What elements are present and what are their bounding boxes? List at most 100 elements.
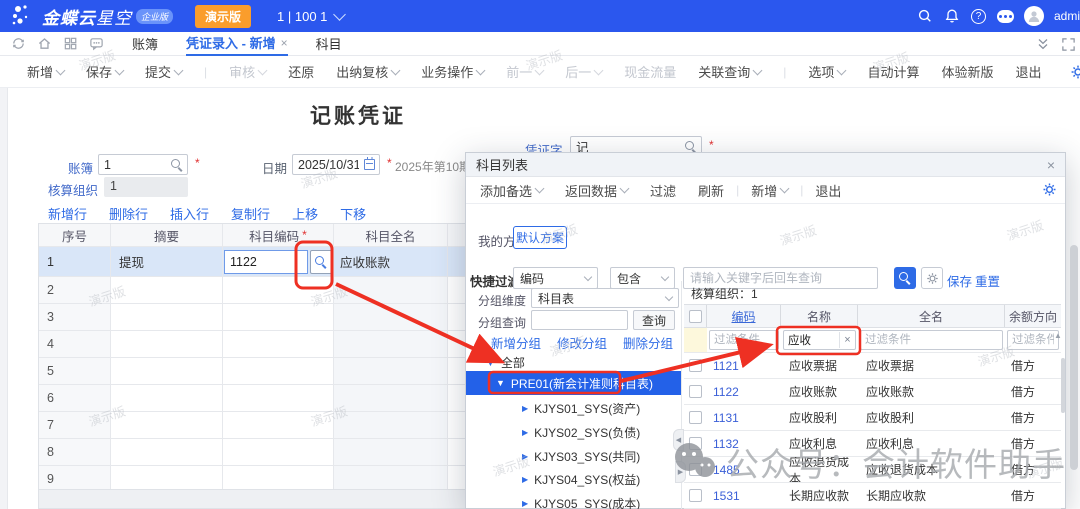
delete-group-link[interactable]: 删除分组 — [623, 333, 673, 352]
filter-field-select[interactable]: 编码 — [513, 267, 598, 289]
tab-close-icon[interactable]: × — [281, 36, 288, 50]
account-row-1132[interactable]: 1132 应收利息 应收利息 借方 — [684, 431, 1061, 457]
avatar[interactable] — [1024, 6, 1044, 26]
close-icon[interactable]: × — [1047, 157, 1055, 173]
row-account-code-cell[interactable] — [223, 247, 334, 276]
table-scroll-up-icon[interactable]: ▲ — [1054, 331, 1062, 340]
col-code[interactable]: 编码 — [707, 305, 781, 327]
page-scrollbar[interactable] — [1070, 245, 1078, 470]
row-checkbox[interactable] — [689, 463, 702, 476]
search-icon[interactable] — [685, 141, 697, 153]
add-group-link[interactable]: 新增分组 — [491, 333, 541, 352]
account-row-1121[interactable]: 1121 应收票据 应收票据 借方 — [684, 353, 1061, 379]
toolbar-submit-button[interactable]: 提交 — [145, 62, 182, 81]
dialog-titlebar[interactable]: 科目列表 × — [466, 153, 1065, 177]
toolbar-restore-button[interactable]: 还原 — [288, 62, 314, 81]
account-row-1131[interactable]: 1131 应收股利 应收股利 借方 — [684, 405, 1061, 431]
move-down-link[interactable]: 下移 — [340, 204, 366, 223]
tree-collapsed-icon[interactable]: ▶ — [522, 499, 528, 508]
copy-row-link[interactable]: 复制行 — [231, 204, 270, 223]
tree-expanded-icon[interactable]: ▼ — [496, 378, 505, 388]
collapse-double-chevron-icon[interactable] — [1035, 36, 1051, 52]
book-field[interactable] — [98, 154, 188, 175]
add-row-link[interactable]: 新增行 — [48, 204, 87, 223]
tree-collapsed-icon[interactable]: ▶ — [522, 404, 528, 413]
filter-settings-button[interactable] — [921, 267, 943, 289]
tree-collapsed-icon[interactable]: ▶ — [522, 428, 528, 437]
add-candidate-button[interactable]: 添加备选 — [480, 181, 543, 200]
expand-icon[interactable] — [1061, 37, 1076, 52]
edit-group-link[interactable]: 修改分组 — [557, 333, 607, 352]
refresh-button[interactable]: 刷新 — [698, 181, 724, 200]
return-data-button[interactable]: 返回数据 — [565, 181, 628, 200]
book-input[interactable] — [99, 158, 171, 172]
message-icon[interactable] — [89, 36, 104, 51]
gear-icon[interactable] — [1070, 64, 1080, 80]
toolbar-audit-button[interactable]: 审核 — [229, 62, 266, 81]
delete-row-link[interactable]: 删除行 — [109, 204, 148, 223]
apps-grid-icon[interactable] — [63, 36, 78, 51]
toolbar-new-button[interactable]: 新增 — [27, 62, 64, 81]
toolbar-exit-button[interactable]: 退出 — [1015, 62, 1041, 81]
row-checkbox[interactable] — [689, 411, 702, 424]
gear-icon[interactable] — [1042, 182, 1057, 197]
toolbar-next-button[interactable]: 后一 — [565, 62, 602, 81]
save-filter-link[interactable]: 保存 — [947, 271, 972, 290]
filter-operator-select[interactable]: 包含 — [610, 267, 675, 289]
help-icon[interactable]: ? — [970, 8, 987, 25]
search-icon[interactable] — [916, 8, 933, 25]
new-button[interactable]: 新增 — [751, 181, 788, 200]
reset-filter-link[interactable]: 重置 — [975, 271, 1000, 290]
row-checkbox[interactable] — [689, 385, 702, 398]
calendar-icon[interactable] — [364, 159, 375, 170]
account-row-1485[interactable]: 1485 应收退货成本 应收退货成本 借方 — [684, 457, 1061, 483]
tree-collapsed-icon[interactable]: ▶ — [522, 452, 528, 461]
direction-filter-input[interactable] — [1007, 330, 1059, 350]
search-icon[interactable] — [171, 159, 183, 171]
toolbar-previous-button[interactable]: 前一 — [506, 62, 543, 81]
tree-node-all[interactable]: ▼全部 — [486, 354, 525, 371]
row-checkbox[interactable] — [689, 437, 702, 450]
account-row-1531[interactable]: 1531 长期应收款 长期应收款 借方 — [684, 483, 1061, 509]
date-field[interactable] — [292, 154, 380, 175]
toolbar-business-ops-button[interactable]: 业务操作 — [421, 62, 484, 81]
date-input[interactable] — [293, 158, 364, 172]
filter-button[interactable]: 过滤 — [650, 181, 676, 200]
name-filter-input[interactable] — [784, 334, 839, 346]
account-row-1122[interactable]: 1122 应收账款 应收账款 借方 — [684, 379, 1061, 405]
tree-node-cost[interactable]: ▶KJYS05_SYS(成本) — [522, 495, 640, 509]
tab-ledger[interactable]: 账簿 — [132, 32, 158, 56]
tree-expanded-icon[interactable]: ▼ — [486, 358, 495, 368]
toolbar-options-button[interactable]: 选项 — [808, 62, 845, 81]
name-filter-field[interactable]: × — [783, 330, 856, 350]
select-all-checkbox[interactable] — [689, 310, 702, 323]
code-filter-input[interactable] — [709, 330, 779, 350]
collapse-left-handle[interactable]: ◀ — [673, 429, 684, 451]
tree-node-liabilities[interactable]: ▶KJYS02_SYS(负债) — [522, 424, 640, 441]
row-checkbox[interactable] — [689, 489, 702, 502]
tab-account[interactable]: 科目 — [316, 32, 342, 56]
toolbar-related-query-button[interactable]: 关联查询 — [698, 62, 761, 81]
toolbar-save-button[interactable]: 保存 — [86, 62, 123, 81]
notification-bell-icon[interactable] — [943, 8, 960, 25]
refresh-icon[interactable] — [11, 36, 26, 51]
tree-collapsed-icon[interactable]: ▶ — [522, 475, 528, 484]
move-up-link[interactable]: 上移 — [292, 204, 318, 223]
more-menu-icon[interactable] — [997, 8, 1014, 25]
account-code-input[interactable] — [224, 250, 308, 274]
tree-node-equity[interactable]: ▶KJYS04_SYS(权益) — [522, 471, 640, 488]
row-checkbox[interactable] — [689, 359, 702, 372]
header-checkbox-cell[interactable] — [684, 305, 707, 327]
default-scheme-button[interactable]: 默认方案 — [513, 226, 567, 249]
group-query-button[interactable]: 查询 — [633, 310, 675, 330]
insert-row-link[interactable]: 插入行 — [170, 204, 209, 223]
tree-node-assets[interactable]: ▶KJYS01_SYS(资产) — [522, 400, 640, 417]
toolbar-cashflow-button[interactable]: 现金流量 — [624, 62, 676, 81]
group-dimension-select[interactable]: 科目表 — [531, 288, 679, 308]
group-search-input[interactable] — [531, 310, 628, 330]
toolbar-cashier-review-button[interactable]: 出纳复核 — [336, 62, 399, 81]
search-button[interactable] — [894, 267, 916, 289]
toolbar-auto-calc-button[interactable]: 自动计算 — [867, 62, 919, 81]
fullname-filter-input[interactable] — [860, 330, 1003, 350]
exit-button[interactable]: 退出 — [815, 181, 841, 200]
